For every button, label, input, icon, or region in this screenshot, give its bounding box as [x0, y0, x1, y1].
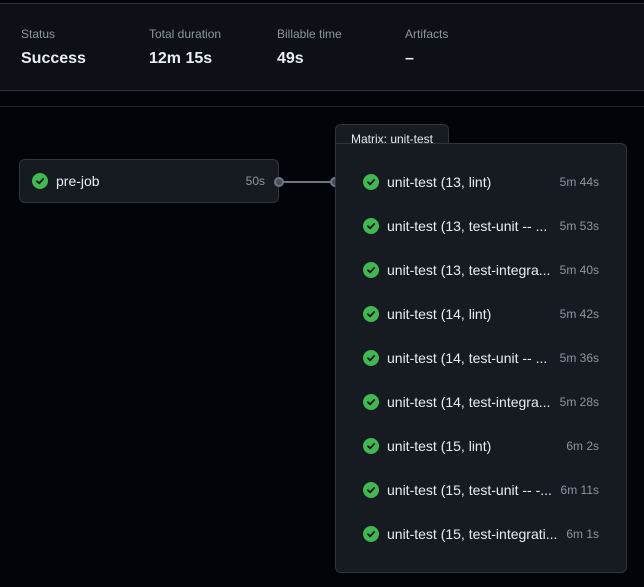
- connector-node-out: [274, 177, 284, 187]
- workflow-run-view: Status Success Total duration 12m 15s Bi…: [0, 0, 644, 587]
- job-duration: 6m 1s: [566, 527, 599, 541]
- billable-time-stat: Billable time 49s: [277, 26, 342, 69]
- job-name: pre-job: [56, 173, 100, 189]
- artifacts-value: –: [405, 50, 414, 67]
- job-name: unit-test (15, test-integrati...: [387, 526, 558, 542]
- job-name: unit-test (13, test-integra...: [387, 262, 551, 278]
- matrix-job-row[interactable]: unit-test (14, test-unit -- ... 5m 36s: [363, 336, 599, 380]
- job-connector-line: [279, 181, 335, 183]
- matrix-job-row[interactable]: unit-test (14, test-integra... 5m 28s: [363, 380, 599, 424]
- success-check-icon: [363, 262, 379, 278]
- artifacts-label: Artifacts: [405, 27, 449, 41]
- job-duration: 5m 44s: [559, 175, 599, 189]
- total-duration-value: 12m 15s: [149, 50, 213, 67]
- run-summary: Status Success Total duration 12m 15s Bi…: [0, 3, 644, 91]
- success-check-icon: [363, 174, 379, 190]
- status-stat: Status Success: [21, 26, 86, 69]
- job-name: unit-test (14, test-unit -- ...: [387, 350, 548, 366]
- job-name: unit-test (13, test-unit -- ...: [387, 218, 548, 234]
- matrix-job-row[interactable]: unit-test (15, lint) 6m 2s: [363, 424, 599, 468]
- artifacts-stat: Artifacts –: [405, 26, 448, 69]
- total-duration-stat: Total duration 12m 15s: [149, 26, 221, 69]
- matrix-job-row[interactable]: unit-test (14, lint) 5m 42s: [363, 292, 599, 336]
- job-duration: 50s: [245, 174, 265, 188]
- success-check-icon: [32, 173, 48, 189]
- job-duration: 5m 53s: [559, 219, 599, 233]
- job-duration: 5m 36s: [559, 351, 599, 365]
- matrix-job-row[interactable]: unit-test (13, test-integra... 5m 40s: [363, 248, 599, 292]
- job-pre-job[interactable]: pre-job 50s: [19, 159, 279, 203]
- job-duration: 5m 28s: [559, 395, 599, 409]
- job-name: unit-test (13, lint): [387, 174, 492, 190]
- total-duration-label: Total duration: [149, 27, 222, 41]
- billable-time-label: Billable time: [277, 27, 342, 41]
- billable-time-value: 49s: [277, 50, 304, 67]
- section-divider: [0, 106, 644, 107]
- matrix-job-list: unit-test (13, lint) 5m 44s unit-test (13,…: [363, 160, 599, 556]
- success-check-icon: [363, 482, 379, 498]
- success-check-icon: [363, 438, 379, 454]
- job-name: unit-test (15, lint): [387, 438, 492, 454]
- success-check-icon: [363, 218, 379, 234]
- matrix-job-row[interactable]: unit-test (15, test-integrati... 6m 1s: [363, 512, 599, 556]
- matrix-job-row[interactable]: unit-test (13, test-unit -- ... 5m 53s: [363, 204, 599, 248]
- matrix-job-row[interactable]: unit-test (13, lint) 5m 44s: [363, 160, 599, 204]
- job-name: unit-test (14, lint): [387, 306, 492, 322]
- success-check-icon: [363, 394, 379, 410]
- job-name: unit-test (15, test-unit -- -...: [387, 482, 552, 498]
- matrix-job-row[interactable]: unit-test (15, test-unit -- -... 6m 11s: [363, 468, 599, 512]
- job-duration: 5m 40s: [559, 263, 599, 277]
- status-label: Status: [21, 27, 56, 41]
- job-duration: 5m 42s: [559, 307, 599, 321]
- job-duration: 6m 11s: [560, 483, 599, 497]
- matrix-group: unit-test (13, lint) 5m 44s unit-test (13,…: [335, 143, 627, 573]
- status-value: Success: [21, 50, 86, 67]
- success-check-icon: [363, 306, 379, 322]
- job-duration: 6m 2s: [566, 439, 599, 453]
- job-name: unit-test (14, test-integra...: [387, 394, 551, 410]
- success-check-icon: [363, 350, 379, 366]
- success-check-icon: [363, 526, 379, 542]
